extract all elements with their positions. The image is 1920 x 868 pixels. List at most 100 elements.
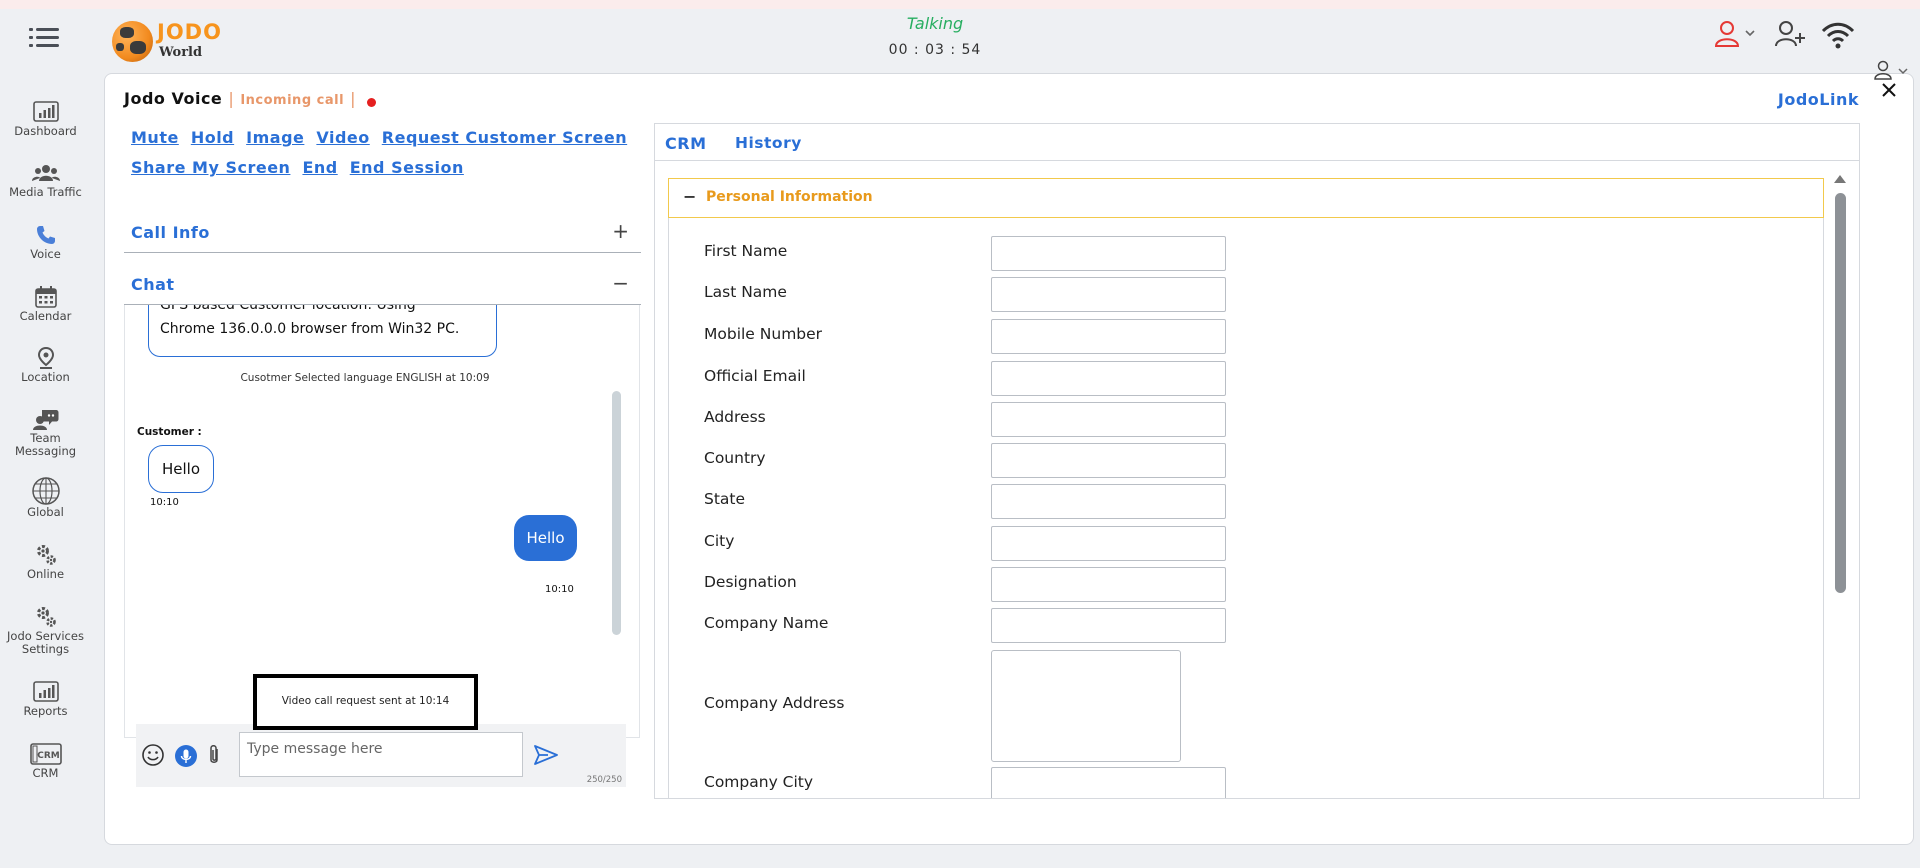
logo-title: JODO <box>157 20 222 44</box>
mute-button[interactable]: Mute <box>131 123 179 153</box>
country-input[interactable] <box>991 443 1226 478</box>
state-label: State <box>704 490 746 508</box>
mobile-number-label: Mobile Number <box>704 325 823 343</box>
end-button[interactable]: End <box>302 153 337 183</box>
tab-history[interactable]: History <box>735 134 802 152</box>
chat-input-bar: Type message here 250/250 <box>136 724 626 787</box>
collapse-icon: − <box>612 271 629 295</box>
close-icon[interactable] <box>1879 80 1899 100</box>
hold-button[interactable]: Hold <box>191 123 234 153</box>
jodolink-link[interactable]: JodoLink <box>1778 90 1859 109</box>
country-label: Country <box>704 449 766 467</box>
address-label: Address <box>704 408 766 426</box>
section-title: Personal Information <box>706 189 873 205</box>
menu-icon[interactable] <box>29 25 59 51</box>
last-name-label: Last Name <box>704 283 787 301</box>
logo: JODO World <box>112 15 232 63</box>
chat-scrollbar[interactable] <box>612 391 621 635</box>
call-timer: 00 : 03 : 54 <box>888 42 982 58</box>
state-input[interactable] <box>991 484 1226 519</box>
sidebar-item-global[interactable]: Global <box>0 476 91 519</box>
personal-information-accordion[interactable]: − Personal Information <box>668 178 1824 218</box>
city-input[interactable] <box>991 526 1226 561</box>
call-status: Talking <box>906 14 964 33</box>
user-menu-icon[interactable] <box>1869 60 1913 80</box>
sidebar-item-reports[interactable]: Reports <box>0 679 91 718</box>
first-name-input[interactable] <box>991 236 1226 271</box>
sidebar-item-team-messaging[interactable]: Team Messaging <box>0 406 91 458</box>
video-button[interactable]: Video <box>316 123 369 153</box>
crm-scrollbar[interactable] <box>1833 171 1847 798</box>
attachment-icon[interactable] <box>206 743 222 771</box>
wifi-icon <box>1820 20 1856 54</box>
customer-message-bubble: Hello <box>148 445 214 493</box>
gear-icon <box>36 545 56 565</box>
crm-tab-bar: CRM History <box>655 124 1859 161</box>
emoji-icon[interactable] <box>141 743 165 771</box>
crm-panel: CRM History − Personal Information First… <box>654 123 1860 799</box>
collapse-icon: − <box>683 187 697 206</box>
official-email-input[interactable] <box>991 361 1226 396</box>
sidebar-item-label: Dashboard <box>14 124 77 138</box>
share-my-screen-button[interactable]: Share My Screen <box>131 153 290 183</box>
sidebar-item-jodo-services-settings[interactable]: Jodo Services Settings <box>0 604 91 656</box>
sidebar-item-online[interactable]: Online <box>0 542 91 581</box>
globe-logo-icon <box>112 21 153 62</box>
crm-scrollbar-thumb[interactable] <box>1835 193 1846 593</box>
expand-icon: + <box>612 219 629 243</box>
address-input[interactable] <box>991 402 1226 437</box>
gear-icon <box>36 607 56 627</box>
chat-message-input[interactable]: Type message here <box>239 732 523 777</box>
scroll-up-arrow-icon[interactable] <box>1833 171 1847 185</box>
customer-label: Customer : <box>137 426 202 438</box>
sidebar-item-label: Location <box>21 370 70 384</box>
calendar-icon <box>34 286 57 308</box>
sidebar-item-media-traffic[interactable]: Media Traffic <box>0 160 91 199</box>
call-info-label: Call Info <box>131 223 210 242</box>
add-user-icon[interactable] <box>1775 20 1807 54</box>
company-city-input[interactable] <box>991 767 1226 798</box>
character-counter: 250/250 <box>586 775 622 785</box>
designation-input[interactable] <box>991 567 1226 602</box>
team-messaging-icon <box>32 410 58 430</box>
image-button[interactable]: Image <box>246 123 304 153</box>
microphone-icon[interactable] <box>174 744 198 772</box>
media-traffic-icon <box>31 165 60 181</box>
sidebar-item-location[interactable]: Location <box>0 345 91 384</box>
chat-accordion[interactable]: Chat − <box>124 265 641 305</box>
location-pin-icon <box>37 346 54 369</box>
company-name-input[interactable] <box>991 608 1226 643</box>
personal-information-form: First Name Last Name Mobile Number Offic… <box>668 218 1824 798</box>
user-status-icon[interactable] <box>1714 20 1756 54</box>
svg-text:CRM: CRM <box>37 751 60 761</box>
send-icon[interactable] <box>533 744 559 770</box>
company-address-label: Company Address <box>704 694 845 712</box>
language-system-message: Cusotmer Selected language ENGLISH at 10… <box>240 372 490 384</box>
end-session-button[interactable]: End Session <box>350 153 464 183</box>
tab-crm[interactable]: CRM <box>665 134 706 153</box>
voice-header: Jodo Voice | Incoming call | <box>124 89 357 108</box>
recording-indicator <box>367 98 376 107</box>
sidebar-item-calendar[interactable]: Calendar <box>0 284 91 323</box>
location-message-bubble: GPS based Customer location: Using Chrom… <box>148 305 497 357</box>
top-strip <box>0 0 1920 9</box>
company-address-textarea[interactable] <box>991 650 1181 762</box>
call-info-accordion[interactable]: Call Info + <box>124 213 641 253</box>
message-timestamp: 10:10 <box>545 584 574 595</box>
city-label: City <box>704 532 735 550</box>
sidebar-item-crm[interactable]: CRM CRM <box>0 741 91 780</box>
sidebar-item-dashboard[interactable]: Dashboard <box>0 99 91 138</box>
request-customer-screen-button[interactable]: Request Customer Screen <box>382 123 627 153</box>
sidebar-item-label: Online <box>26 567 65 581</box>
dashboard-icon <box>32 101 59 122</box>
sidebar-item-label: Voice <box>30 247 61 261</box>
last-name-input[interactable] <box>991 277 1226 312</box>
sidebar-item-voice[interactable]: Voice <box>0 222 91 261</box>
globe-icon <box>31 477 60 505</box>
first-name-label: First Name <box>704 242 788 260</box>
company-city-label: Company City <box>704 773 814 791</box>
official-email-label: Official Email <box>704 367 806 385</box>
mobile-number-input[interactable] <box>991 319 1226 354</box>
crm-icon: CRM <box>29 743 62 765</box>
reports-icon <box>32 681 59 702</box>
